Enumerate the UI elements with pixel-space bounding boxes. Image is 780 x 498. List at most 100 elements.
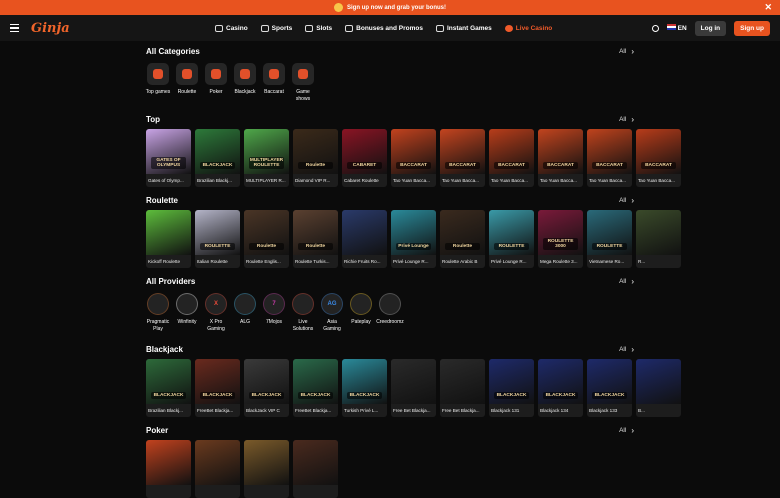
game-card[interactable]: Roulette Roulette Englis... [244,210,289,268]
game-logo-text: BACCARAT [641,162,676,169]
provider-label: ALG [239,319,250,325]
game-card[interactable]: BLACKJACK Blackjack 134 [538,359,583,417]
game-card[interactable] [146,440,191,498]
category-item[interactable]: Game shows [291,63,315,109]
game-card[interactable]: BLACKJACK FreeBet Blackja... [195,359,240,417]
game-card[interactable]: Richie Fruits Ro... [342,210,387,268]
nav-item-instant-games[interactable]: Instant Games [436,24,492,32]
game-card[interactable]: B... [636,359,681,417]
menu-icon[interactable] [10,23,19,33]
game-logo-text: BLACKJACK [151,392,186,399]
game-card[interactable]: Free Bet Blackja... [391,359,436,417]
category-item[interactable]: Baccarat [262,63,286,109]
top-games-row: GATES OF OLYMPUS Gates of Olymp... BLACKJA… [146,129,780,187]
game-card[interactable]: GATES OF OLYMPUS Gates of Olymp... [146,129,191,187]
game-card[interactable]: Roulette Diamond VIP R... [293,129,338,187]
game-card[interactable]: Kickoff Roulette [146,210,191,268]
all-link[interactable]: All › [619,277,634,286]
game-logo-text: MULTIPLAYER ROULETTE [249,157,284,169]
game-card[interactable]: BACCARAT Tao Yuan Bacca... [391,129,436,187]
game-thumbnail [440,359,485,404]
blackjack-header: Blackjack All › [146,339,634,359]
game-card[interactable]: BLACKJACK Blackjack 133 [587,359,632,417]
game-logo-text: Roulette [298,162,333,169]
game-card[interactable] [293,440,338,498]
search-icon[interactable] [651,24,659,32]
game-title [195,485,240,498]
game-card[interactable]: BACCARAT Tao Yuan Bacca... [636,129,681,187]
provider-item[interactable]: 7 7Mojos [262,293,286,339]
game-card[interactable]: BLACKJACK Blackjack 131 [489,359,534,417]
game-card[interactable]: BLACKJACK BlackJack VIP C [244,359,289,417]
game-thumbnail [195,440,240,485]
game-card[interactable]: Free Bet Blackja... [440,359,485,417]
signup-button[interactable]: Sign up [734,20,770,36]
nav-item-casino[interactable]: Casino [215,24,248,32]
game-card[interactable]: R... [636,210,681,268]
provider-item[interactable]: Winfinity [175,293,199,339]
nav-item-live-casino[interactable]: Live Casino [504,24,552,32]
game-card[interactable]: CABARET Cabaret Roulette [342,129,387,187]
all-link[interactable]: All › [619,345,634,354]
game-card[interactable]: BLACKJACK Turkish Privé L... [342,359,387,417]
provider-item[interactable]: ALG [233,293,257,339]
game-card[interactable]: ROULETTE Vietnamese Ro... [587,210,632,268]
game-title: Tao Yuan Bacca... [393,178,430,183]
category-item[interactable]: Blackjack [233,63,257,109]
gift-icon [345,24,354,32]
provider-logo-icon [292,293,314,315]
nav-item-label: Sports [271,24,293,32]
game-card[interactable]: BLACKJACK Brazilian Blackj... [146,359,191,417]
game-card[interactable]: ROULETTE Privé Lounge R... [489,210,534,268]
game-card[interactable] [244,440,289,498]
game-card[interactable]: MULTIPLAYER ROULETTE MULTIPLAYER R... [244,129,289,187]
game-card[interactable]: BACCARAT Tao Yuan Bacca... [538,129,583,187]
game-card[interactable]: Roulette Roulette Arabic B [440,210,485,268]
nav-item-slots[interactable]: Slots [305,24,332,32]
provider-item[interactable]: X X Pro Gaming [204,293,228,339]
game-card[interactable]: BLACKJACK Brazilian Blackj... [195,129,240,187]
promo-banner[interactable]: Sign up now and grab your bonus! ✕ [0,0,780,15]
all-link[interactable]: All › [619,426,634,435]
login-button[interactable]: Log in [694,20,727,36]
game-card[interactable]: BLACKJACK FreeBet Blackja... [293,359,338,417]
game-title [146,485,191,498]
provider-item[interactable]: AG Asia Gaming [320,293,344,339]
provider-item[interactable]: Pragmatic Play [146,293,170,339]
provider-item[interactable]: Pateplay [349,293,373,339]
nav-item-bonuses-and-promos[interactable]: Bonuses and Promos [345,24,423,32]
game-card[interactable]: BACCARAT Tao Yuan Bacca... [587,129,632,187]
category-item[interactable]: Roulette [175,63,199,109]
all-link[interactable]: All › [619,196,634,205]
provider-label: Winfinity [177,319,197,325]
nav-item-sports[interactable]: Sports [260,24,293,32]
game-card[interactable]: ROULETTE Italian Roulette [195,210,240,268]
all-link[interactable]: All › [619,47,634,56]
all-link[interactable]: All › [619,115,634,124]
live-icon [504,24,513,32]
game-card[interactable]: ROULETTE 3000 Mega Roulette 3... [538,210,583,268]
provider-item[interactable]: Creedroomz [376,293,404,339]
provider-item[interactable]: Live Solutions [291,293,315,339]
poker-games-row [146,440,780,498]
gift-icon [334,3,343,12]
logo[interactable]: Ginja [31,21,70,36]
game-logo-text: Roulette [445,243,480,250]
game-logo-text: BACCARAT [396,162,431,169]
category-item[interactable]: Poker [204,63,228,109]
section-title: Blackjack [146,344,183,354]
game-card[interactable] [195,440,240,498]
provider-logo-icon [147,293,169,315]
game-card[interactable]: BACCARAT Tao Yuan Bacca... [440,129,485,187]
provider-label: X Pro Gaming [207,319,225,332]
category-item[interactable]: Top games [146,63,170,109]
game-card[interactable]: BACCARAT Tao Yuan Bacca... [489,129,534,187]
language-selector[interactable]: EN [666,24,687,32]
game-card[interactable]: Privé Lounge Privé Lounge R... [391,210,436,268]
section-title: All Providers [146,276,196,286]
close-icon[interactable]: ✕ [764,2,772,13]
game-title: Blackjack 133 [589,408,618,413]
game-title: Tao Yuan Bacca... [540,178,577,183]
game-card[interactable]: Roulette Roulette Turkis... [293,210,338,268]
game-logo-text: BLACKJACK [543,392,578,399]
